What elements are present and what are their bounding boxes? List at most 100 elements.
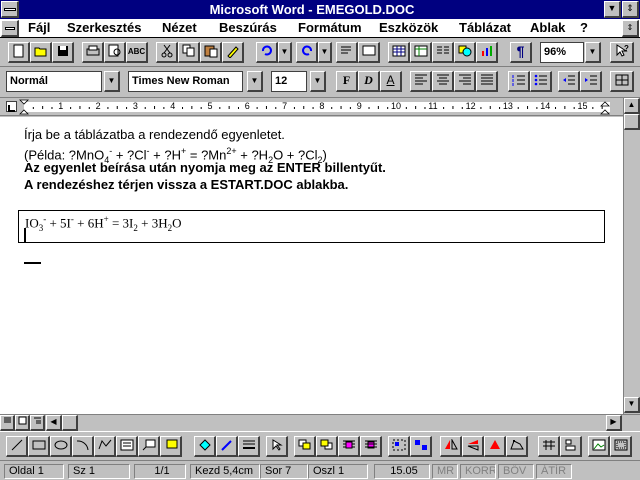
group-icon[interactable]: [388, 436, 410, 457]
send-behind-text-icon[interactable]: [360, 436, 382, 457]
bold-button[interactable]: F: [336, 71, 358, 92]
style-field[interactable]: Normál: [6, 71, 102, 92]
status-overtype[interactable]: ÁTÍR: [536, 464, 572, 479]
print-preview-icon[interactable]: [104, 42, 126, 63]
rectangle-tool-icon[interactable]: [28, 436, 50, 457]
menu-tools[interactable]: Eszközök: [379, 20, 438, 36]
reshape-icon[interactable]: [506, 436, 528, 457]
equation-table-cell[interactable]: IO3- + 5I- + 6H+ = 3I2 + 3H2O: [18, 210, 605, 243]
arc-tool-icon[interactable]: [72, 436, 94, 457]
normal-view-icon[interactable]: [0, 415, 15, 431]
text-box-tool-icon[interactable]: [116, 436, 138, 457]
scroll-down-button[interactable]: ▼: [624, 397, 640, 413]
status-extend[interactable]: BŐV: [498, 464, 534, 479]
bring-to-front-icon[interactable]: [294, 436, 316, 457]
page-layout-view-icon[interactable]: [15, 415, 30, 431]
horizontal-scroll-thumb[interactable]: [62, 415, 78, 431]
paste-icon[interactable]: [200, 42, 222, 63]
save-disk-icon[interactable]: [52, 42, 74, 63]
menu-insert[interactable]: Beszúrás: [219, 20, 277, 36]
format-painter-icon[interactable]: [222, 42, 244, 63]
restore-button[interactable]: ⇕: [622, 1, 639, 18]
insert-spreadsheet-icon[interactable]: [410, 42, 432, 63]
callout-tool-icon[interactable]: [138, 436, 160, 457]
outline-view-icon[interactable]: [30, 415, 45, 431]
open-folder-icon[interactable]: [30, 42, 52, 63]
decrease-indent-icon[interactable]: [558, 71, 580, 92]
font-size-field[interactable]: 12: [271, 71, 307, 92]
ruler[interactable]: 1 2 3 4 5 6 7 8 9 10 11 12 13 14 15: [0, 98, 640, 116]
freeform-tool-icon[interactable]: [94, 436, 116, 457]
line-tool-icon[interactable]: [6, 436, 28, 457]
document-area[interactable]: Írja be a táblázatba a rendezendő egyenl…: [0, 117, 623, 414]
borders-icon[interactable]: [610, 71, 634, 92]
scroll-right-button[interactable]: ▶: [606, 415, 622, 431]
numbered-list-icon[interactable]: [508, 71, 530, 92]
line-style-icon[interactable]: [238, 436, 260, 457]
menu-table[interactable]: Táblázat: [459, 20, 511, 36]
show-paragraph-icon[interactable]: ¶: [510, 42, 532, 63]
drawing-icon[interactable]: [454, 42, 476, 63]
zoom-field[interactable]: 96%: [540, 42, 584, 63]
vertical-scrollbar[interactable]: ▲ ▼: [623, 98, 640, 414]
undo-icon[interactable]: [256, 42, 278, 63]
increase-indent-icon[interactable]: [580, 71, 602, 92]
scroll-thumb[interactable]: [624, 114, 640, 130]
columns-icon[interactable]: [432, 42, 454, 63]
status-macro-record[interactable]: MR: [432, 464, 458, 479]
print-icon[interactable]: [82, 42, 104, 63]
menu-help[interactable]: ?: [580, 20, 588, 36]
zoom-dropdown-icon[interactable]: ▼: [585, 42, 601, 63]
align-objects-icon[interactable]: [560, 436, 582, 457]
redo-icon[interactable]: [296, 42, 318, 63]
status-revision[interactable]: KORR: [460, 464, 496, 479]
font-dropdown-icon[interactable]: ▼: [247, 71, 263, 92]
document-restore-button[interactable]: ⇕: [622, 20, 639, 37]
style-dropdown-icon[interactable]: ▼: [104, 71, 120, 92]
align-left-icon[interactable]: [410, 71, 432, 92]
insert-table-icon[interactable]: [388, 42, 410, 63]
scroll-up-button[interactable]: ▲: [624, 98, 640, 114]
ellipse-tool-icon[interactable]: [50, 436, 72, 457]
system-menu-icon[interactable]: [1, 1, 19, 18]
font-size-dropdown-icon[interactable]: ▼: [310, 71, 326, 92]
flip-vertical-icon[interactable]: [462, 436, 484, 457]
horizontal-scrollbar[interactable]: ◀ ▶: [0, 414, 640, 431]
redo-dropdown-icon[interactable]: ▼: [318, 42, 332, 63]
menu-view[interactable]: Nézet: [162, 20, 197, 36]
underline-button[interactable]: A: [380, 71, 402, 92]
scroll-left-button[interactable]: ◀: [46, 415, 62, 431]
select-objects-icon[interactable]: [266, 436, 288, 457]
menu-edit[interactable]: Szerkesztés: [67, 20, 141, 36]
rotate-right-icon[interactable]: [484, 436, 506, 457]
fill-color-icon[interactable]: [194, 436, 216, 457]
align-center-icon[interactable]: [432, 71, 454, 92]
snap-to-grid-icon[interactable]: [538, 436, 560, 457]
line-color-icon[interactable]: [216, 436, 238, 457]
cut-icon[interactable]: [156, 42, 178, 63]
create-picture-icon[interactable]: [588, 436, 610, 457]
menu-window[interactable]: Ablak: [530, 20, 565, 36]
bulleted-list-icon[interactable]: [530, 71, 552, 92]
italic-button[interactable]: D: [358, 71, 380, 92]
insert-address-icon[interactable]: [358, 42, 380, 63]
undo-dropdown-icon[interactable]: ▼: [278, 42, 292, 63]
flip-horizontal-icon[interactable]: [440, 436, 462, 457]
ungroup-icon[interactable]: [410, 436, 432, 457]
align-right-icon[interactable]: [454, 71, 476, 92]
insert-chart-icon[interactable]: [476, 42, 498, 63]
help-pointer-icon[interactable]: ?: [610, 42, 634, 63]
title-bar[interactable]: Microsoft Word - EMEGOLD.DOC ▼ ⇕: [0, 0, 640, 19]
bring-front-of-text-icon[interactable]: [338, 436, 360, 457]
copy-icon[interactable]: [178, 42, 200, 63]
justify-icon[interactable]: [476, 71, 498, 92]
minimize-button[interactable]: ▼: [604, 1, 621, 18]
font-field[interactable]: Times New Roman: [128, 71, 243, 92]
new-document-icon[interactable]: [8, 42, 30, 63]
autoformat-icon[interactable]: [336, 42, 358, 63]
tab-type-icon[interactable]: [6, 101, 17, 112]
spelling-icon[interactable]: ABC: [126, 42, 148, 63]
send-to-back-icon[interactable]: [316, 436, 338, 457]
menu-file[interactable]: Fájl: [28, 20, 50, 36]
document-control-icon[interactable]: [1, 20, 19, 37]
